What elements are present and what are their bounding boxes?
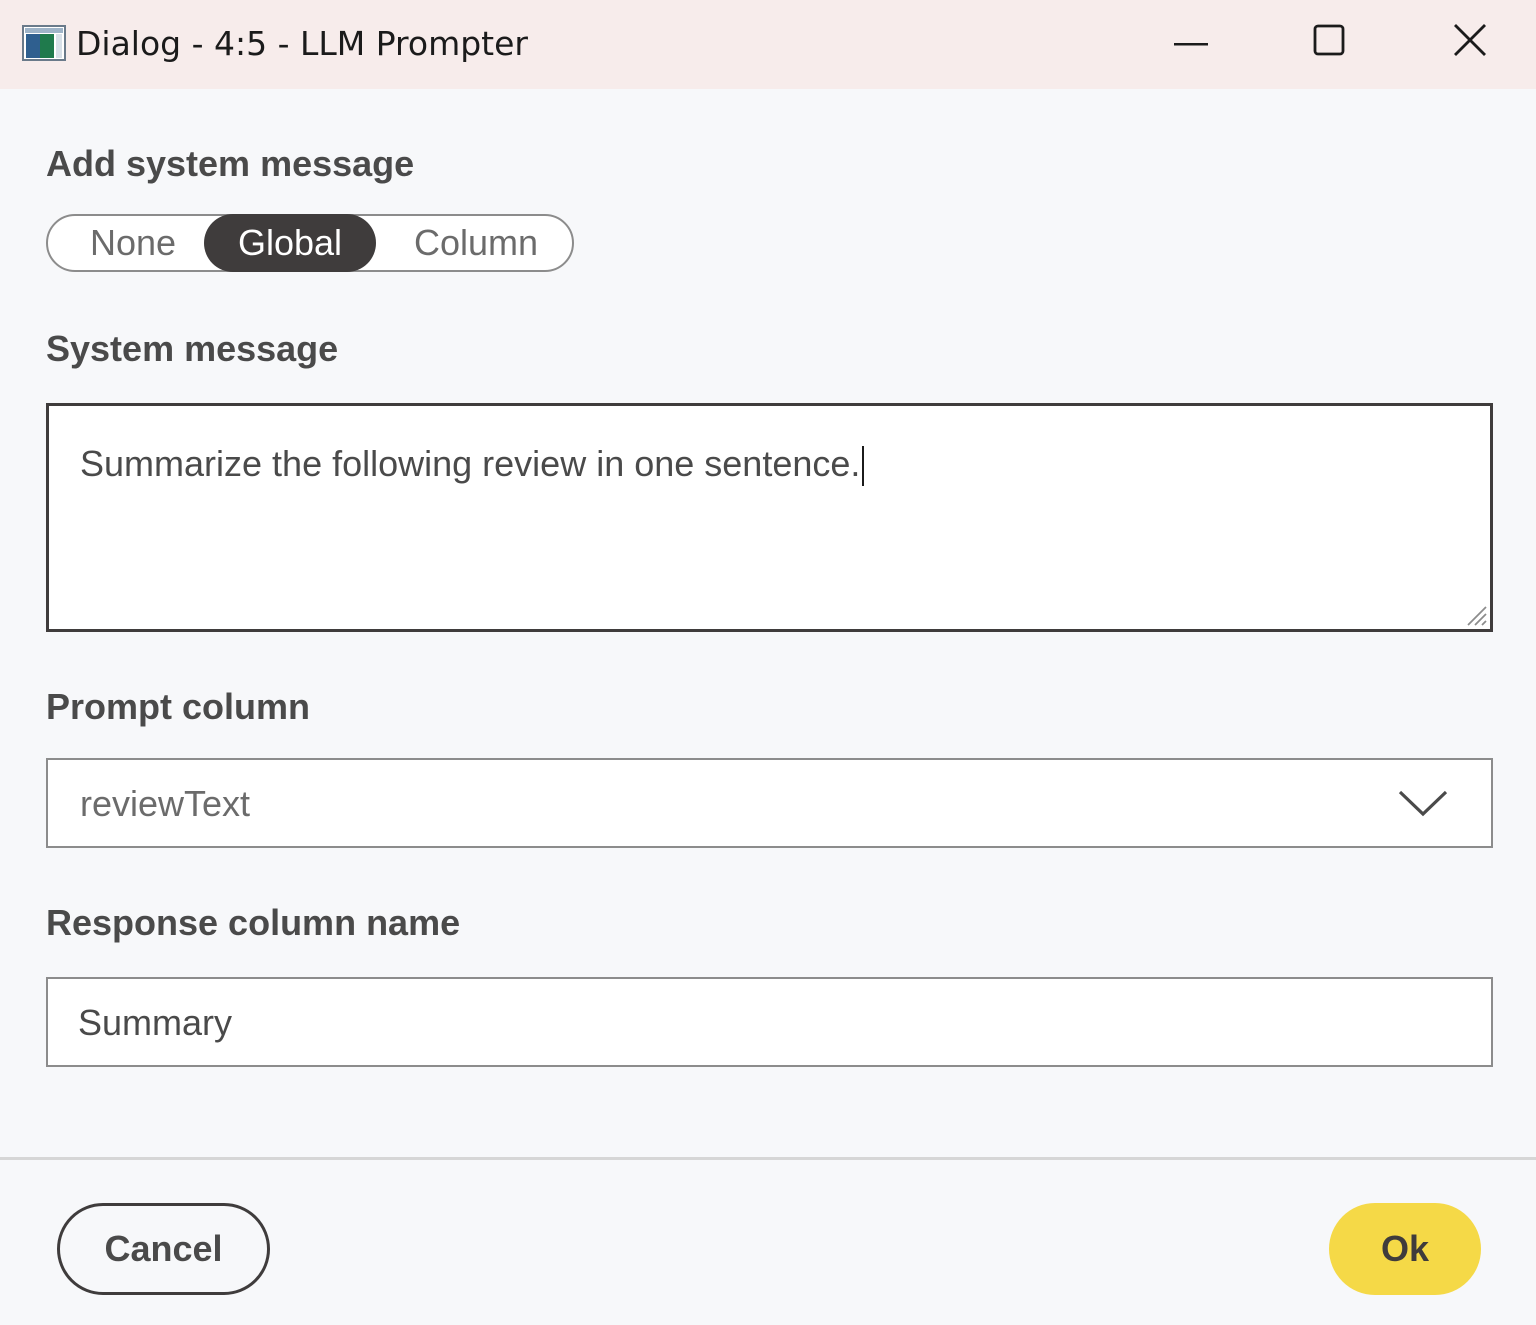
app-window-icon: [22, 25, 66, 61]
add-system-message-label: Add system message: [46, 143, 415, 184]
system-message-textarea[interactable]: Summarize the following review in one se…: [46, 403, 1493, 632]
text-caret: [862, 446, 865, 487]
response-column-name-field[interactable]: [46, 977, 1493, 1067]
response-column-name-label: Response column name: [46, 902, 461, 943]
system-message-label: System message: [46, 328, 339, 369]
prompt-column-selected-value: reviewText: [80, 783, 251, 824]
cancel-button[interactable]: Cancel: [57, 1203, 270, 1295]
resize-grip-icon[interactable]: [1462, 601, 1488, 627]
window-title: Dialog - 4:5 - LLM Prompter: [76, 24, 528, 63]
system-message-mode-toggle: None Global Column: [46, 214, 574, 272]
maximize-icon: [1313, 24, 1345, 61]
close-button[interactable]: [1440, 14, 1500, 70]
mode-option-none[interactable]: None: [58, 214, 208, 272]
prompt-column-select[interactable]: reviewText: [46, 758, 1493, 848]
footer-divider: [0, 1157, 1536, 1160]
minimize-icon: [1174, 33, 1208, 51]
ok-button[interactable]: Ok: [1329, 1203, 1481, 1295]
maximize-button[interactable]: [1299, 14, 1359, 70]
llm-prompter-dialog: Dialog - 4:5 - LLM Prompter Add system m…: [0, 0, 1536, 1325]
mode-option-column[interactable]: Column: [386, 214, 566, 272]
system-message-text: Summarize the following review in one se…: [80, 442, 865, 487]
mode-option-global[interactable]: Global: [204, 214, 376, 272]
response-column-name-input[interactable]: [78, 999, 1458, 1047]
chevron-down-icon: [1397, 788, 1449, 818]
title-bar[interactable]: Dialog - 4:5 - LLM Prompter: [0, 0, 1536, 89]
close-icon: [1454, 23, 1486, 61]
minimize-button[interactable]: [1161, 14, 1221, 70]
prompt-column-label: Prompt column: [46, 686, 311, 727]
